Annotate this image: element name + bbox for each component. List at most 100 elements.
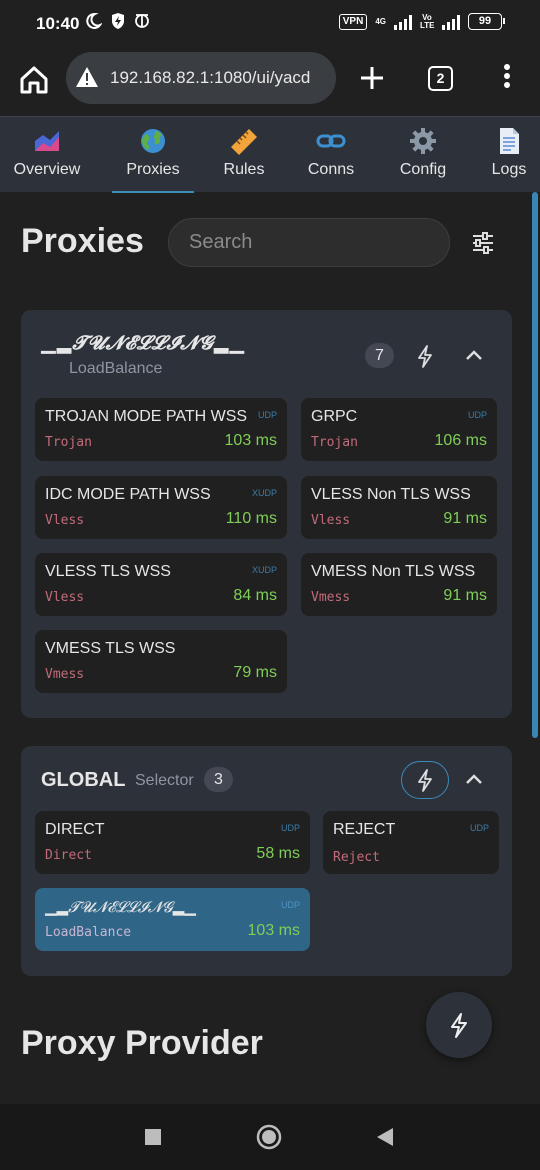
globe-icon (141, 129, 165, 153)
home-icon (20, 66, 48, 94)
back-triangle-icon (377, 1128, 393, 1146)
browser-toolbar: 192.168.82.1:1080/ui/yacd 2 (0, 46, 540, 116)
tab-switcher-button[interactable]: 2 (428, 66, 453, 91)
proxy-card[interactable]: IDC MODE PATH WSS XUDP Vless 110 ms (35, 476, 287, 539)
proxy-group-tunelling: ▁▂𝓣𝓤𝓝𝓔𝓛𝓛𝓘𝓝𝓖▂▁ LoadBalance 7 TROJAN MODE … (21, 310, 512, 718)
data-saver-icon (135, 14, 149, 28)
proxy-name: ▁▂𝓣𝓤𝓝𝓔𝓛𝓛𝓘𝓝𝓖▂▁ (45, 898, 196, 916)
chevron-up-icon (466, 774, 482, 784)
warning-icon[interactable] (75, 66, 99, 88)
chevron-up-icon (466, 350, 482, 360)
group-type: Selector (135, 772, 194, 789)
proxy-card[interactable]: VLESS Non TLS WSS Vless 91 ms (301, 476, 497, 539)
tab-label: Conns (307, 161, 355, 178)
signal-icon (394, 14, 412, 30)
tab-logs[interactable]: Logs (480, 117, 538, 193)
new-tab-button[interactable] (356, 58, 388, 96)
search-input[interactable] (168, 218, 450, 267)
proxy-name: VLESS Non TLS WSS (311, 486, 471, 503)
latency-test-button[interactable] (401, 337, 449, 375)
proxy-latency: 110 ms (225, 510, 277, 527)
volte-label: Vo LTE (420, 12, 435, 30)
xudp-tag: XUDP (251, 565, 277, 575)
status-icons (84, 12, 150, 30)
url-text[interactable]: 192.168.82.1:1080/ui/yacd (110, 68, 310, 88)
proxy-name: IDC MODE PATH WSS (45, 486, 211, 503)
shield-bolt-icon (112, 13, 124, 29)
proxy-latency: 106 ms (434, 432, 487, 449)
collapse-button[interactable] (462, 768, 486, 792)
circle-icon (256, 1124, 282, 1150)
proxy-latency: 103 ms (247, 922, 300, 939)
proxy-name: TROJAN MODE PATH WSS (45, 408, 248, 425)
proxy-latency: 91 ms (443, 587, 487, 604)
app-nav: Overview Proxies Rules Conns Config Logs (0, 116, 540, 193)
proxy-card-selected[interactable]: ▁▂𝓣𝓤𝓝𝓔𝓛𝓛𝓘𝓝𝓖▂▁ UDP LoadBalance 103 ms (35, 888, 310, 951)
tab-overview[interactable]: Overview (6, 117, 88, 193)
settings-button[interactable] (470, 230, 496, 256)
proxy-count-badge: 7 (365, 343, 394, 368)
proxy-name: DIRECT (45, 821, 105, 838)
proxy-card[interactable]: VLESS TLS WSS XUDP Vless 84 ms (35, 553, 287, 616)
dot-icon (504, 73, 510, 79)
proxy-card[interactable]: DIRECT UDP Direct 58 ms (35, 811, 310, 874)
group-type: LoadBalance (69, 360, 163, 377)
proxy-card[interactable]: TROJAN MODE PATH WSS UDP Trojan 103 ms (35, 398, 287, 461)
latency-test-button[interactable] (401, 761, 449, 799)
udp-tag: UDP (257, 410, 277, 420)
menu-button[interactable] (500, 64, 514, 94)
clock: 10:40 (36, 14, 80, 33)
proxy-card[interactable]: REJECT UDP Reject (323, 811, 499, 874)
battery-icon: 99 (468, 13, 505, 30)
proxy-type: Vless (45, 590, 85, 605)
proxy-card[interactable]: VMESS TLS WSS Vmess 79 ms (35, 630, 287, 693)
url-bar[interactable]: 192.168.82.1:1080/ui/yacd (66, 52, 336, 104)
proxy-latency: 84 ms (233, 587, 277, 604)
group-name: ▁▂𝓣𝓤𝓝𝓔𝓛𝓛𝓘𝓝𝓖▂▁ (41, 332, 245, 354)
tab-config[interactable]: Config (386, 117, 460, 193)
recents-button[interactable] (140, 1124, 166, 1150)
tab-label: Overview (13, 161, 81, 178)
bolt-icon (451, 1013, 467, 1038)
test-all-latency-fab[interactable] (426, 992, 492, 1058)
proxy-provider-title: Proxy Provider (21, 1024, 263, 1062)
dot-icon (504, 64, 510, 70)
proxy-card[interactable]: GRPC UDP Trojan 106 ms (301, 398, 497, 461)
tab-label: Rules (223, 161, 265, 178)
home-nav-button[interactable] (256, 1124, 282, 1150)
tab-label: Logs (491, 161, 527, 178)
proxy-type: Reject (333, 850, 380, 865)
back-button[interactable] (372, 1124, 398, 1150)
plus-icon (361, 67, 383, 89)
proxy-name: VMESS Non TLS WSS (311, 563, 476, 580)
xudp-tag: XUDP (251, 488, 277, 498)
proxy-latency: 91 ms (443, 510, 487, 527)
scrollbar[interactable] (532, 192, 538, 738)
proxy-card[interactable]: VMESS Non TLS WSS Vmess 91 ms (301, 553, 497, 616)
home-button[interactable] (14, 60, 54, 100)
proxy-latency: 79 ms (233, 664, 277, 681)
page-title: Proxies (21, 222, 144, 260)
udp-tag: UDP (280, 823, 300, 833)
proxy-latency: 58 ms (256, 845, 300, 862)
ruler-icon (231, 129, 257, 155)
collapse-button[interactable] (462, 344, 486, 368)
udp-tag: UDP (467, 410, 487, 420)
vpn-badge: VPN (338, 13, 368, 30)
tab-conns[interactable]: Conns (294, 117, 368, 193)
bolt-icon (418, 769, 432, 792)
proxy-name: VMESS TLS WSS (45, 640, 176, 657)
proxy-type: LoadBalance (45, 925, 132, 940)
dot-icon (504, 82, 510, 88)
udp-tag: UDP (280, 900, 300, 910)
tab-label: Config (399, 161, 447, 178)
bolt-icon (418, 345, 432, 368)
status-right: VPN 4G Vo LTE 99 (338, 12, 505, 30)
proxies-page: Proxies ▁▂𝓣𝓤𝓝𝓔𝓛𝓛𝓘𝓝𝓖▂▁ LoadBalance 7 TROJ… (0, 192, 530, 1104)
tab-proxies[interactable]: Proxies (112, 117, 194, 193)
moon-icon (86, 12, 102, 29)
tab-label: Proxies (126, 161, 180, 178)
proxy-type: Direct (45, 848, 92, 863)
tab-rules[interactable]: Rules (206, 117, 282, 193)
proxy-group-global: GLOBAL Selector 3 DIRECT UDP Direct 58 m… (21, 746, 512, 976)
